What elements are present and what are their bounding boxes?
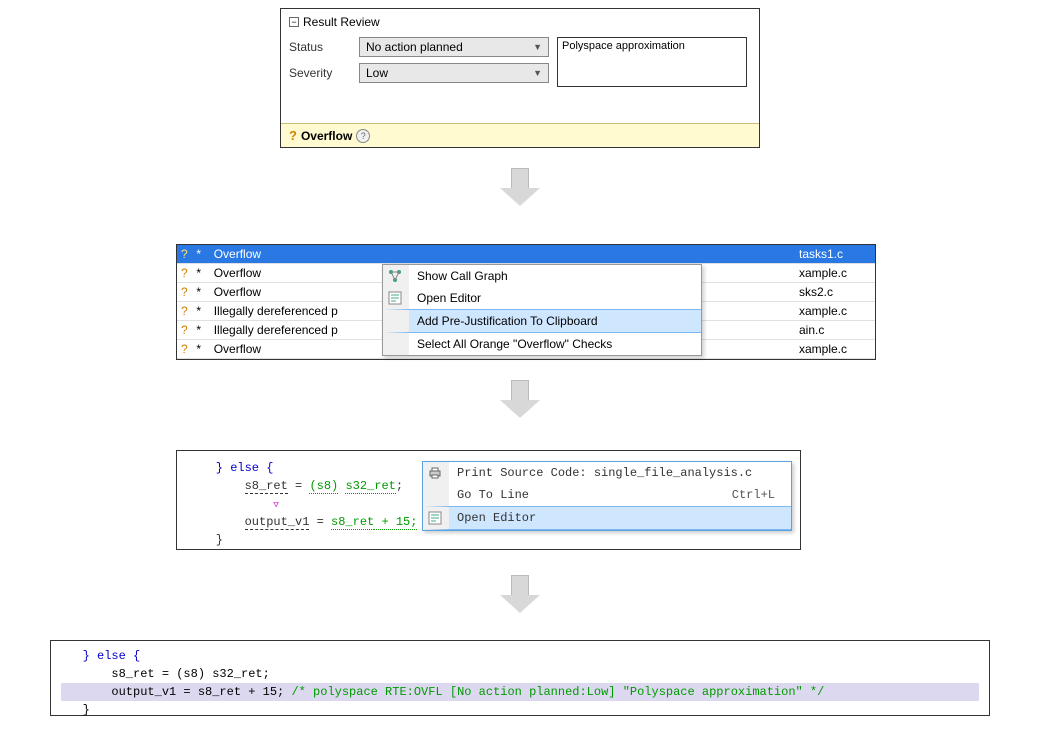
source-code-panel: } else { s8_ret = (s8) s32_ret; ▽ output… [176,450,801,550]
status-value: No action planned [366,40,463,54]
printer-icon [427,465,443,481]
editor-icon [427,510,443,526]
status-select[interactable]: No action planned ▼ [359,37,549,57]
code-line: } else { [61,647,979,665]
comment-textarea[interactable]: Polyspace approximation [557,37,747,87]
arrow-down-icon [500,575,540,613]
results-table-panel: ? * Overflow tasks1.c ? * Overflow xampl… [176,244,876,360]
context-menu: Show Call Graph Open Editor Add Pre-Just… [382,264,702,356]
comment-text: Polyspace approximation [562,40,685,52]
code-line: } [61,701,979,719]
chevron-down-icon: ▼ [533,42,542,52]
severity-value: Low [366,66,388,80]
overflow-label: Overflow [301,129,352,143]
code-line-highlighted: output_v1 = s8_ret + 15; /* polyspace RT… [61,683,979,701]
menu-goto-line[interactable]: Go To Line Ctrl+L [423,484,791,506]
final-code-panel: } else { s8_ret = (s8) s32_ret; output_v… [50,640,990,716]
editor-icon [387,290,403,306]
code-line: s8_ret = (s8) s32_ret; [61,665,979,683]
marker-icon: ▽ [273,500,278,510]
menu-show-call-graph[interactable]: Show Call Graph [383,265,701,287]
arrow-down-icon [500,380,540,418]
result-review-panel: − Result Review Status No action planned… [280,8,760,148]
shortcut-label: Ctrl+L [732,488,775,502]
menu-open-editor[interactable]: Open Editor [423,506,791,530]
table-row[interactable]: ? * Overflow tasks1.c [177,245,875,264]
code-line: } [187,531,790,549]
arrow-down-icon [500,168,540,206]
context-menu: Print Source Code: single_file_analysis.… [422,461,792,531]
overflow-bar: ? Overflow ? [281,123,759,147]
severity-select[interactable]: Low ▼ [359,63,549,83]
call-graph-icon [387,268,403,284]
question-icon: ? [289,128,297,143]
status-label: Status [289,40,359,54]
menu-open-editor[interactable]: Open Editor [383,287,701,309]
menu-add-prejustification[interactable]: Add Pre-Justification To Clipboard [383,309,701,333]
severity-label: Severity [289,66,359,80]
help-icon[interactable]: ? [356,129,370,143]
result-review-title: Result Review [303,15,380,29]
collapse-icon[interactable]: − [289,17,299,27]
chevron-down-icon: ▼ [533,68,542,78]
menu-select-all-overflow[interactable]: Select All Orange "Overflow" Checks [383,333,701,355]
menu-print-source[interactable]: Print Source Code: single_file_analysis.… [423,462,791,484]
